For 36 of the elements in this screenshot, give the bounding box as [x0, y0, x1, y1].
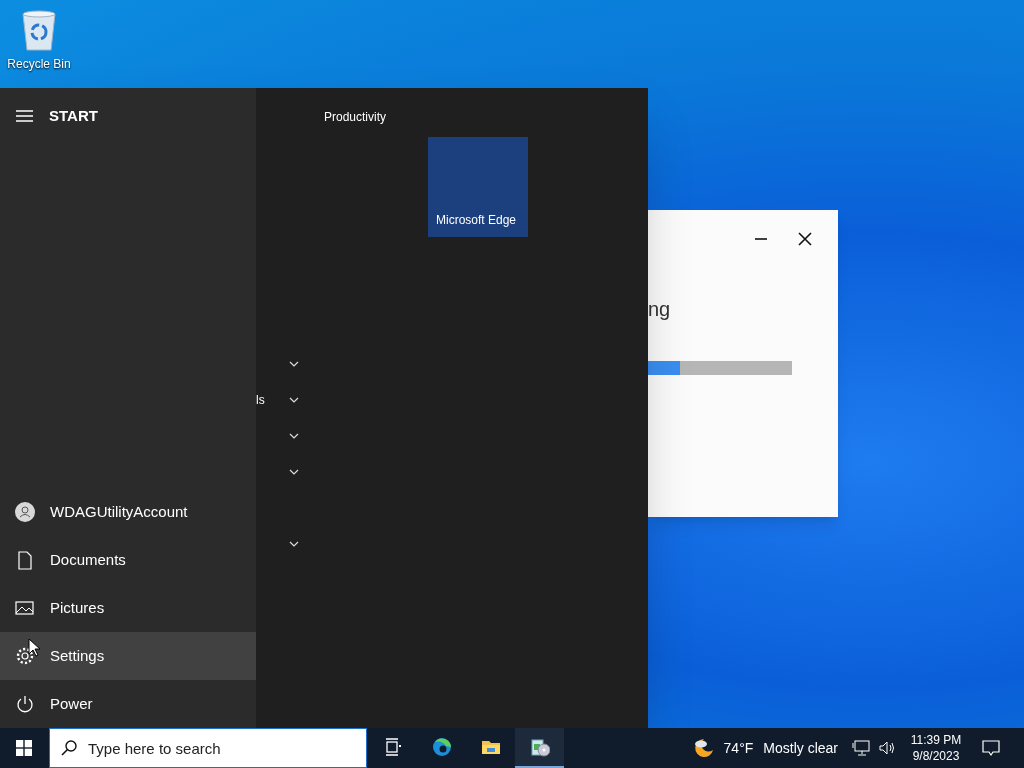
status-text: ng	[648, 297, 672, 321]
browser-icon	[431, 737, 452, 757]
power-icon	[15, 694, 35, 714]
start-menu-item[interactable]: Pictures	[0, 584, 256, 632]
setup-disc-icon	[529, 737, 550, 757]
weather-temperature[interactable]: 74°F	[723, 737, 754, 759]
mouse-cursor-icon	[28, 638, 40, 657]
document-icon	[15, 550, 35, 570]
chevron-down-icon[interactable]	[289, 469, 299, 475]
settings-icon	[15, 646, 35, 666]
start-menu-item[interactable]: Power	[0, 680, 256, 728]
search-field[interactable]: Type here to search	[49, 728, 367, 768]
desktop-icon-label[interactable]: Recycle Bin	[7, 55, 71, 73]
start-menu-item[interactable]: Documents	[0, 536, 256, 584]
start-title: START	[49, 105, 98, 126]
windows-logo-icon	[16, 740, 32, 756]
user-avatar-icon	[15, 502, 35, 522]
picture-icon	[15, 598, 35, 618]
chevron-down-icon[interactable]	[289, 433, 299, 439]
search-icon	[61, 740, 77, 756]
taskbar-app-button[interactable]	[515, 728, 564, 768]
notification-icon[interactable]	[982, 739, 1000, 757]
clock[interactable]: 11:39 PM 9/8/2023	[906, 732, 966, 764]
network-icon[interactable]	[852, 740, 870, 756]
chevron-down-icon[interactable]	[289, 397, 299, 403]
group-header[interactable]: ls	[256, 391, 265, 409]
volume-icon[interactable]	[878, 740, 896, 756]
chevron-down-icon[interactable]	[289, 541, 299, 547]
menu-icon[interactable]	[16, 109, 33, 123]
app-tile[interactable]: Microsoft Edge	[428, 137, 528, 237]
weather-condition[interactable]: Mostly clear	[763, 737, 838, 759]
recycle-bin-icon[interactable]	[19, 8, 59, 52]
chevron-down-icon[interactable]	[289, 361, 299, 367]
group-title: Productivity	[324, 109, 388, 126]
start-menu-item[interactable]: WDAGUtilityAccount	[0, 488, 256, 536]
start-menu-item[interactable]: Settings	[0, 632, 256, 680]
